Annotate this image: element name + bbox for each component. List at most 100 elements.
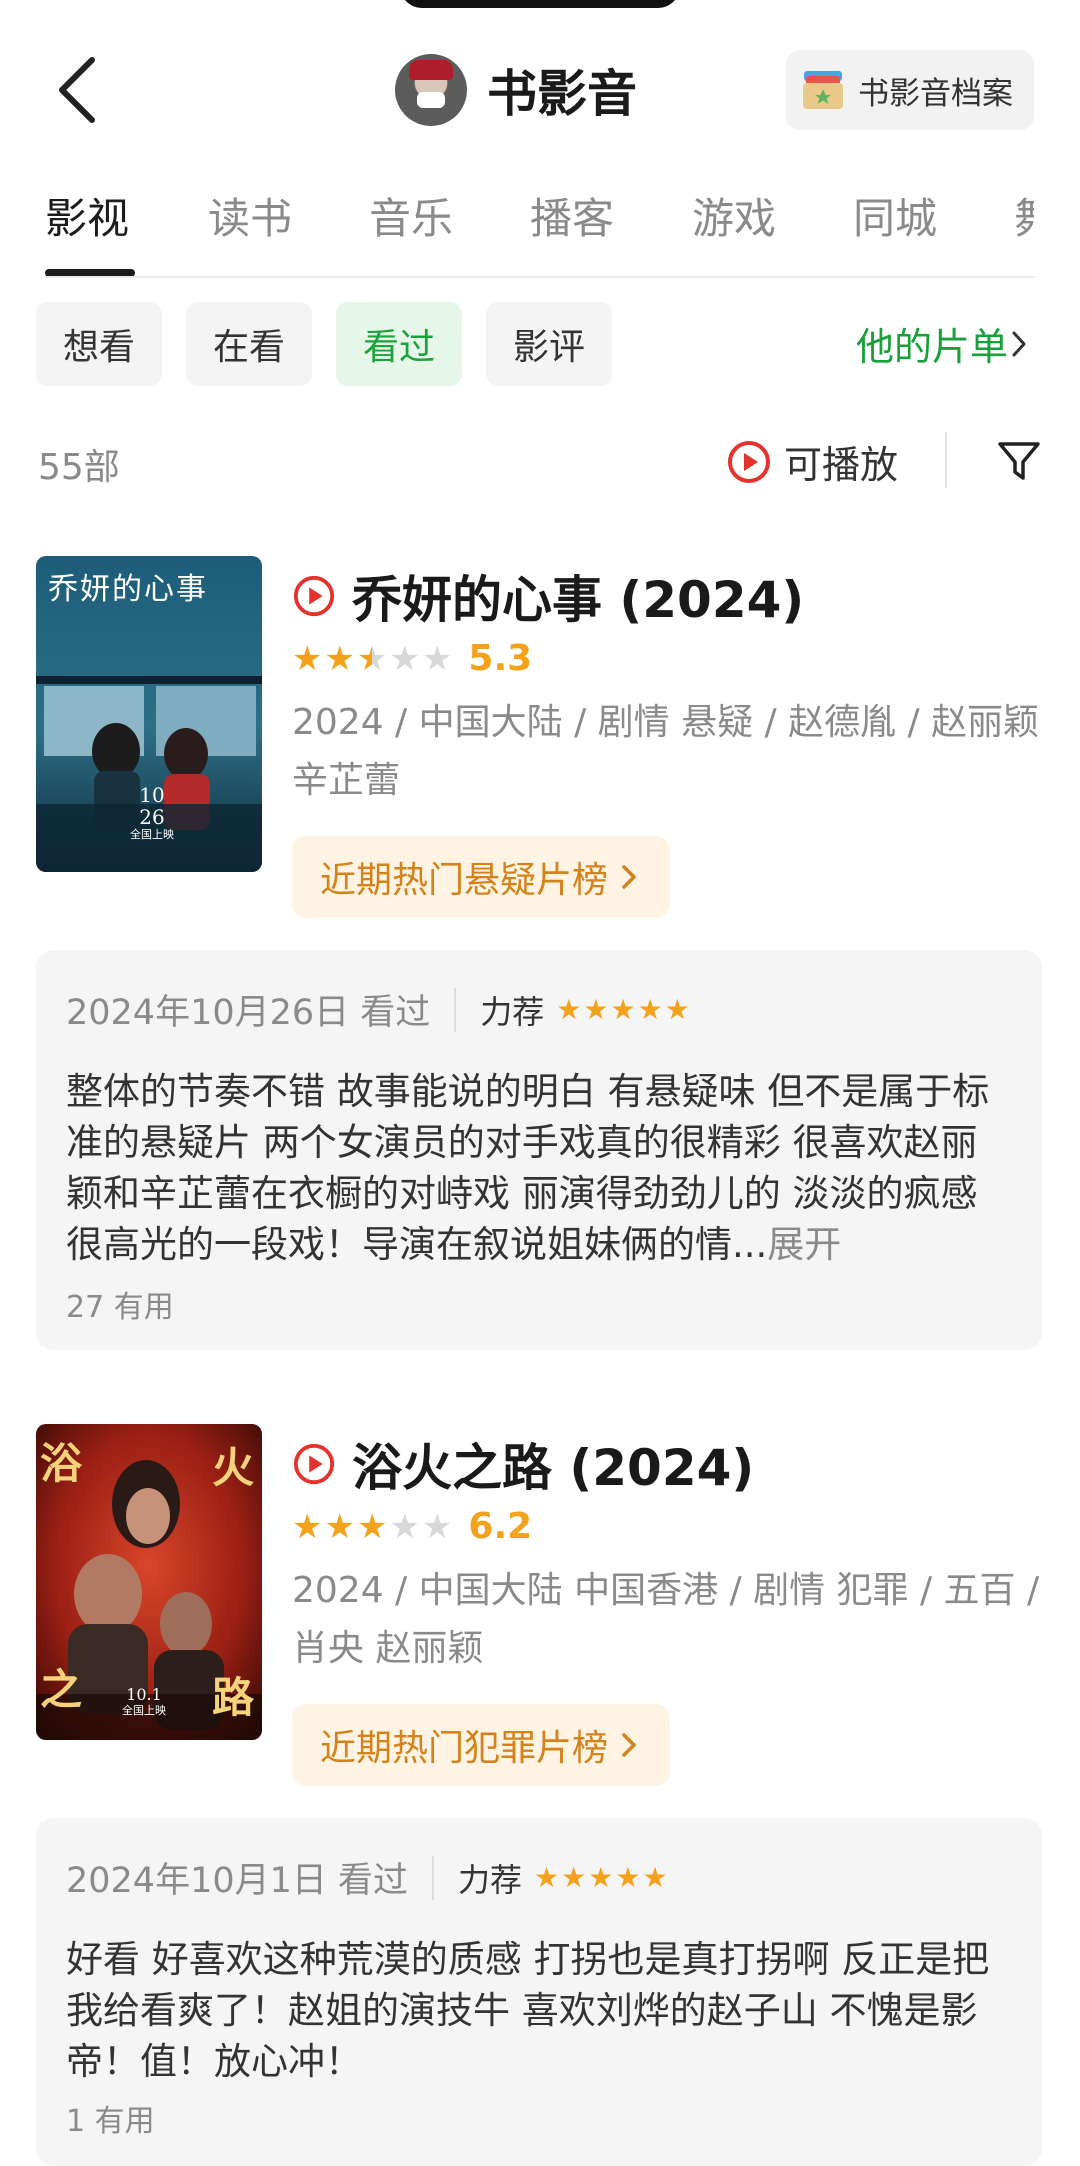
useful-count[interactable]: 1 有用: [66, 2096, 155, 2140]
review-date: 2024年10月26日 看过: [66, 993, 431, 1033]
rating-score: 6.2: [468, 1506, 533, 1547]
page-title: 书影音: [487, 65, 637, 123]
back-arrow-icon[interactable]: [50, 52, 110, 128]
star-icon: ★: [615, 1861, 641, 1894]
tab-more[interactable]: 舞: [1014, 185, 1034, 246]
movie-meta: 2024 / 中国大陆 / 剧情 悬疑 / 赵德胤 / 赵丽颖 辛芷蕾: [292, 702, 1040, 801]
playable-label: 可播放: [784, 443, 899, 487]
review-recommend: 力荐: [480, 992, 545, 1031]
review-card[interactable]: 2024年10月26日 看过 力荐 ★ ★ ★ ★ ★ 整体的节奏不错 故事能说…: [36, 950, 1042, 1350]
divider: [945, 432, 947, 488]
star-icon: ★: [421, 1506, 453, 1547]
star-icon: ★: [561, 1861, 587, 1894]
chevron-right-icon: [622, 865, 636, 889]
review-header: 2024年10月1日 看过 力荐 ★ ★ ★ ★ ★: [66, 1852, 670, 1903]
useful-count[interactable]: 27 有用: [66, 1282, 174, 1326]
play-circle-icon[interactable]: [292, 1442, 336, 1486]
review-date: 2024年10月1日 看过: [66, 1861, 409, 1901]
header-title-group: 书影音: [395, 48, 637, 132]
poster-date-month: 10: [139, 783, 165, 807]
category-tabs: 影视 读书 音乐 播客 游戏 同城 舞: [0, 185, 1080, 281]
divider: [454, 987, 457, 1032]
chevron-right-icon: [622, 1733, 636, 1757]
star-icon: ★: [610, 993, 636, 1026]
filter-watching[interactable]: 在看: [186, 302, 312, 386]
review-text-block: 好看 好喜欢这种荒漠的质感 打拐也是真打拐啊 反正是把我给看爽了！赵姐的演技牛 …: [66, 1934, 1012, 2087]
divider: [432, 1855, 435, 1900]
filter-watched[interactable]: 看过: [336, 302, 462, 386]
tab-local[interactable]: 同城: [853, 185, 937, 246]
filter-reviews[interactable]: 影评: [486, 302, 612, 386]
star-icon: ★: [356, 1506, 388, 1547]
star-icon: ★: [637, 993, 663, 1026]
rank-list-label: 近期热门悬疑片榜: [320, 860, 609, 901]
expand-link[interactable]: 展开: [767, 1223, 841, 1266]
tab-movies[interactable]: 影视: [45, 185, 129, 246]
tabs-divider: [45, 276, 1035, 278]
review-text: 整体的节奏不错 故事能说的明白 有悬疑味 但不是属于标准的悬疑片 两个女演员的对…: [66, 1070, 990, 1266]
star-icon: ★: [588, 1861, 614, 1894]
star-icon: ★: [556, 993, 582, 1026]
star-icon: ★: [664, 993, 690, 1026]
movie-title-row[interactable]: 乔妍的心事 (2024): [292, 560, 804, 632]
poster-char: 浴: [40, 1439, 83, 1488]
rank-list-button[interactable]: 近期热门犯罪片榜: [292, 1704, 671, 1786]
movie-poster[interactable]: 浴 火 之 路 10.1 全国上映: [36, 1424, 262, 1740]
star-icon: ★: [389, 638, 420, 679]
star-icon: ★: [583, 993, 609, 1026]
review-text: 好看 好喜欢这种荒漠的质感 打拐也是真打拐啊 反正是把我给看爽了！赵姐的演技牛 …: [66, 1938, 990, 2083]
archive-button[interactable]: 书影音档案: [786, 50, 1034, 130]
tab-books[interactable]: 读书: [208, 185, 292, 246]
playable-filter[interactable]: 可播放: [726, 434, 898, 489]
star-icon: ★: [421, 638, 453, 679]
doulist-label: 他的片单: [856, 325, 1009, 369]
review-text-block: 整体的节奏不错 故事能说的明白 有悬疑味 但不是属于标准的悬疑片 两个女演员的对…: [66, 1066, 1012, 1270]
star-icon: ★: [292, 1506, 323, 1547]
star-icon: ★: [534, 1861, 560, 1894]
poster-title: 乔妍的心事: [48, 572, 208, 607]
doulist-link[interactable]: 他的片单: [856, 316, 1030, 371]
poster-date-day: 26: [139, 805, 165, 829]
star-icon: ★: [642, 1861, 668, 1894]
chevron-right-icon: [1012, 331, 1026, 356]
movie-count: 55部: [38, 447, 120, 488]
movie-poster[interactable]: 乔妍的心事 10 26 全国上映: [36, 556, 262, 872]
tab-podcasts[interactable]: 播客: [530, 185, 614, 246]
review-card[interactable]: 2024年10月1日 看过 力荐 ★ ★ ★ ★ ★ 好看 好喜欢这种荒漠的质感…: [36, 1818, 1042, 2166]
star-icon: ★: [389, 1506, 420, 1547]
poster-date: 10 26 全国上映: [130, 784, 174, 842]
rank-list-button[interactable]: 近期热门悬疑片榜: [292, 836, 671, 918]
movie-title: 浴火之路 (2024): [352, 1439, 755, 1497]
poster-char: 火: [212, 1443, 255, 1492]
filter-want[interactable]: 想看: [36, 302, 162, 386]
review-recommend: 力荐: [458, 1860, 523, 1899]
poster-char: 路: [212, 1673, 255, 1722]
avatar[interactable]: [395, 54, 467, 126]
star-icon: ★: [292, 638, 323, 679]
tab-games[interactable]: 游戏: [692, 185, 776, 246]
star-icon: ★: [324, 1506, 355, 1547]
archive-label: 书影音档案: [858, 75, 1013, 112]
top-header: 书影音 书影音档案: [0, 30, 1080, 150]
poster-date-release: 全国上映: [122, 1704, 166, 1717]
poster-char: 之: [40, 1665, 83, 1714]
poster-date-release: 全国上映: [130, 828, 174, 841]
rating-stars: ★ ★ ★ ★ ★ 6.2: [292, 1506, 532, 1547]
rating-score: 5.3: [468, 638, 533, 679]
rating-stars: ★ ★ ★ ★ ★ 5.3: [292, 638, 532, 679]
camera-notch: [400, 0, 680, 8]
rank-list-label: 近期热门犯罪片榜: [320, 1728, 609, 1769]
review-header: 2024年10月26日 看过 力荐 ★ ★ ★ ★ ★: [66, 984, 692, 1035]
movie-meta: 2024 / 中国大陆 中国香港 / 剧情 犯罪 / 五百 / 肖央 赵丽颖: [292, 1570, 1040, 1669]
poster-date: 10.1 全国上映: [122, 1686, 166, 1718]
half-star-icon: ★: [356, 638, 388, 679]
play-circle-icon[interactable]: [292, 574, 336, 618]
poster-date-day: 10.1: [126, 1685, 162, 1704]
tab-music[interactable]: 音乐: [369, 185, 453, 246]
play-circle-icon: [728, 440, 770, 483]
archive-box-icon: [803, 71, 843, 109]
movie-title-row[interactable]: 浴火之路 (2024): [292, 1428, 754, 1500]
filter-funnel-icon[interactable]: [996, 438, 1042, 484]
star-icon: ★: [324, 638, 355, 679]
movie-title: 乔妍的心事 (2024): [352, 571, 805, 629]
